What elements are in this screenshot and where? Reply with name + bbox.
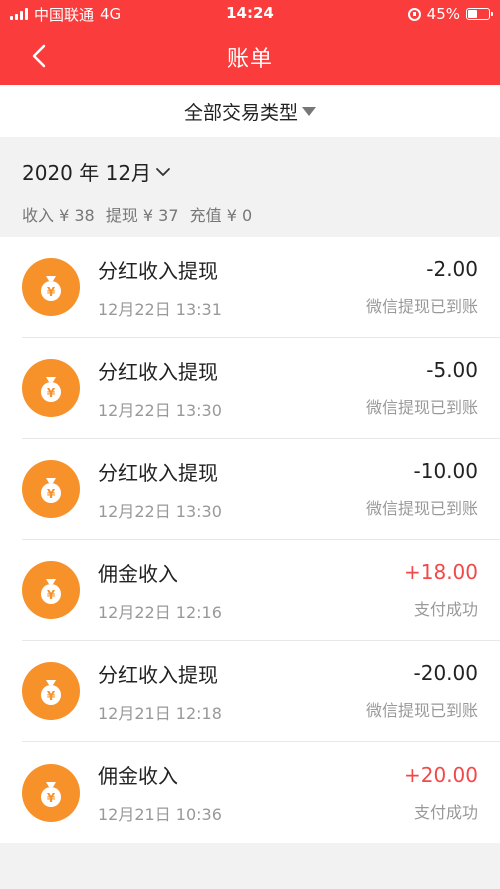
totals-line: 收入 ¥ 38 提现 ¥ 37 充值 ¥ 0 [22, 202, 478, 226]
month-selector[interactable]: 2020 年 12月 [22, 157, 478, 186]
transaction-status: 微信提现已到账 [365, 499, 478, 518]
svg-text:¥: ¥ [47, 588, 56, 602]
transaction-name: 佣金收入 [98, 561, 178, 586]
transaction-amount: -10.00 [413, 459, 478, 483]
transaction-amount: -5.00 [426, 358, 478, 382]
transaction-status: 支付成功 [413, 600, 478, 619]
money-bag-icon: ¥ [22, 359, 80, 417]
transaction-date: 12月22日 13:30 [98, 400, 222, 420]
svg-text:¥: ¥ [47, 791, 56, 805]
transaction-amount: +18.00 [403, 560, 478, 584]
transaction-row[interactable]: ¥ 佣金收入 12月21日 10:36 +20.00 支付成功 [22, 742, 500, 843]
transaction-date: 12月22日 12:16 [98, 602, 222, 622]
transaction-type-filter[interactable]: 全部交易类型 [0, 85, 500, 137]
battery-percent: 45% [426, 5, 460, 23]
transaction-row[interactable]: ¥ 佣金收入 12月22日 12:16 +18.00 支付成功 [22, 540, 500, 641]
transaction-status: 微信提现已到账 [365, 297, 478, 316]
svg-text:¥: ¥ [47, 487, 56, 501]
money-bag-icon: ¥ [22, 662, 80, 720]
transaction-date: 12月21日 12:18 [98, 703, 222, 723]
transaction-row[interactable]: ¥ 分红收入提现 12月21日 12:18 -20.00 微信提现已到账 [22, 641, 500, 742]
transaction-row[interactable]: ¥ 分红收入提现 12月22日 13:30 -10.00 微信提现已到账 [22, 439, 500, 540]
app-header: 中国联通 4G 14:24 45% 账单 [0, 0, 500, 85]
transaction-name: 分红收入提现 [98, 460, 218, 485]
money-bag-icon: ¥ [22, 460, 80, 518]
income-total: 收入 ¥ 38 [22, 206, 95, 225]
svg-text:¥: ¥ [47, 386, 56, 400]
transaction-date: 12月22日 13:31 [98, 299, 222, 319]
money-bag-icon: ¥ [22, 763, 80, 822]
transaction-date: 12月21日 10:36 [98, 805, 222, 824]
transaction-row[interactable]: ¥ 分红收入提现 12月22日 13:30 -5.00 微信提现已到账 [22, 338, 500, 439]
triangle-down-icon [302, 106, 316, 116]
back-button[interactable] [26, 42, 54, 70]
chevron-down-icon [156, 167, 170, 176]
network-type: 4G [100, 5, 122, 23]
transaction-name: 佣金收入 [98, 764, 178, 788]
withdraw-total: 提现 ¥ 37 [105, 206, 179, 225]
month-label: 2020 年 12月 [22, 161, 152, 185]
nav-bar: 账单 [0, 28, 500, 85]
transaction-list: ¥ 分红收入提现 12月22日 13:31 -2.00 微信提现已到账 ¥ 分红… [0, 237, 500, 843]
transaction-name: 分红收入提现 [98, 359, 218, 384]
signal-icon [10, 8, 28, 20]
carrier-name: 中国联通 [34, 5, 95, 24]
transaction-amount: -20.00 [413, 661, 478, 685]
transaction-amount: +20.00 [403, 762, 478, 787]
transaction-amount: -2.00 [426, 257, 478, 281]
money-bag-icon: ¥ [22, 258, 80, 316]
svg-text:¥: ¥ [47, 689, 56, 703]
clock: 14:24 [226, 4, 274, 22]
transaction-status: 微信提现已到账 [365, 701, 478, 720]
recharge-total: 充值 ¥ 0 [189, 206, 253, 225]
svg-text:¥: ¥ [47, 285, 56, 299]
filter-label: 全部交易类型 [183, 101, 298, 124]
transaction-date: 12月22日 13:30 [98, 501, 222, 521]
chevron-left-icon [32, 44, 46, 68]
transaction-name: 分红收入提现 [98, 258, 218, 283]
money-bag-icon: ¥ [22, 561, 80, 619]
transaction-name: 分红收入提现 [98, 662, 218, 687]
status-bar: 中国联通 4G 14:24 45% [0, 0, 500, 28]
transaction-row[interactable]: ¥ 分红收入提现 12月22日 13:31 -2.00 微信提现已到账 [22, 237, 500, 338]
transaction-status: 支付成功 [413, 802, 478, 822]
month-summary: 2020 年 12月 收入 ¥ 38 提现 ¥ 37 充值 ¥ 0 [0, 137, 500, 237]
battery-icon [466, 8, 493, 20]
transaction-status: 微信提现已到账 [365, 398, 478, 417]
rotation-lock-icon [407, 7, 421, 21]
page-title: 账单 [226, 46, 273, 72]
